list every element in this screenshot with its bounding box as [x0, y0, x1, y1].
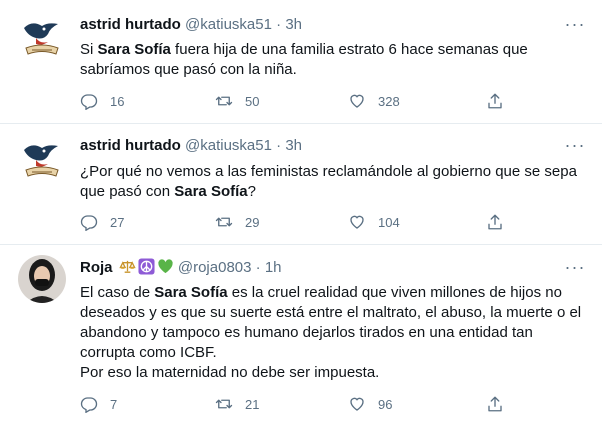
display-name[interactable]: astrid hurtado — [80, 137, 181, 154]
share-icon — [488, 214, 502, 230]
more-icon[interactable]: ··· — [564, 258, 586, 281]
tweet-highlight: Sara Sofía — [154, 284, 228, 301]
tweet-highlight: Sara Sofía — [174, 183, 248, 200]
tweet-highlight: Sara Sofía — [97, 41, 171, 58]
tweet-header: Roja @roja0803 · 1h — [80, 258, 282, 281]
separator-dot: · — [276, 16, 282, 33]
like-button[interactable]: 104 — [348, 212, 400, 232]
tweet-text: ¿Por qué no vemos a las feministas recla… — [80, 162, 582, 202]
peace-symbol-icon — [138, 258, 155, 281]
user-handle[interactable]: @katiuska51 — [185, 137, 272, 154]
scales-icon — [119, 258, 136, 281]
like-button[interactable]: 328 — [348, 91, 400, 111]
tweet[interactable]: astrid hurtado @katiuska51 · 3h ··· ¿Por… — [0, 124, 602, 245]
timestamp[interactable]: 1h — [265, 259, 282, 276]
tweet-text-part: El caso de — [80, 284, 155, 301]
retweet-button[interactable]: 21 — [215, 394, 259, 414]
share-button[interactable] — [486, 91, 504, 111]
reply-icon — [80, 94, 98, 110]
heart-icon — [350, 397, 364, 411]
avatar[interactable] — [18, 14, 66, 62]
like-count: 96 — [378, 396, 393, 412]
reply-count: 27 — [110, 214, 125, 230]
profile-photo — [18, 255, 66, 303]
user-handle[interactable]: @roja0803 — [178, 259, 252, 276]
share-icon — [488, 93, 502, 109]
tweet-text: El caso de Sara Sofía es la cruel realid… — [80, 283, 582, 383]
retweet-count: 29 — [245, 214, 260, 230]
avatar[interactable] — [18, 255, 66, 303]
tweet-header: astrid hurtado @katiuska51 · 3h — [80, 136, 302, 156]
avatar[interactable] — [18, 136, 66, 184]
share-button[interactable] — [486, 212, 504, 232]
retweet-button[interactable]: 50 — [215, 91, 259, 111]
reply-count: 7 — [110, 396, 118, 412]
reply-icon — [80, 397, 98, 413]
reply-button[interactable]: 16 — [80, 91, 124, 111]
retweet-icon — [215, 217, 233, 227]
display-name[interactable]: astrid hurtado — [80, 16, 181, 33]
reply-count: 16 — [110, 93, 125, 109]
tweet[interactable]: Roja @roja0803 · 1h ··· El caso de Sara … — [0, 245, 602, 427]
timestamp[interactable]: 3h — [285, 137, 302, 154]
swallow-tattoo-avatar — [18, 136, 66, 184]
swallow-tattoo-avatar — [18, 14, 66, 62]
reply-button[interactable]: 27 — [80, 212, 124, 232]
reply-button[interactable]: 7 — [80, 394, 117, 414]
more-icon[interactable]: ··· — [564, 15, 586, 38]
tweet-text-line: Por eso la maternidad no debe ser impues… — [80, 364, 380, 381]
retweet-count: 50 — [245, 93, 260, 109]
tweet-text-part: Si — [80, 41, 98, 58]
heart-icon — [350, 94, 364, 108]
user-handle[interactable]: @katiuska51 — [185, 16, 272, 33]
tweet-header: astrid hurtado @katiuska51 · 3h — [80, 15, 302, 35]
more-icon[interactable]: ··· — [564, 136, 586, 159]
separator-dot: · — [276, 137, 282, 154]
like-count: 328 — [378, 93, 400, 109]
retweet-count: 21 — [245, 396, 260, 412]
like-count: 104 — [378, 214, 400, 230]
timestamp[interactable]: 3h — [285, 16, 302, 33]
tweet-text-part: ¿Por qué no vemos a las feministas recla… — [80, 163, 577, 200]
retweet-icon — [215, 96, 233, 106]
like-button[interactable]: 96 — [348, 394, 392, 414]
display-name[interactable]: Roja — [80, 259, 113, 276]
timeline: astrid hurtado @katiuska51 · 3h ··· Si S… — [0, 0, 602, 427]
tweet-text-part: ? — [247, 183, 256, 200]
share-button[interactable] — [486, 394, 504, 414]
separator-dot: · — [255, 259, 261, 276]
tweet[interactable]: astrid hurtado @katiuska51 · 3h ··· Si S… — [0, 0, 602, 124]
retweet-icon — [215, 399, 233, 409]
tweet-text: Si Sara Sofía fuera hija de una familia … — [80, 40, 582, 80]
heart-icon — [350, 215, 364, 229]
share-icon — [488, 396, 502, 412]
reply-icon — [80, 215, 98, 231]
retweet-button[interactable]: 29 — [215, 212, 259, 232]
green-heart-icon — [157, 258, 174, 281]
